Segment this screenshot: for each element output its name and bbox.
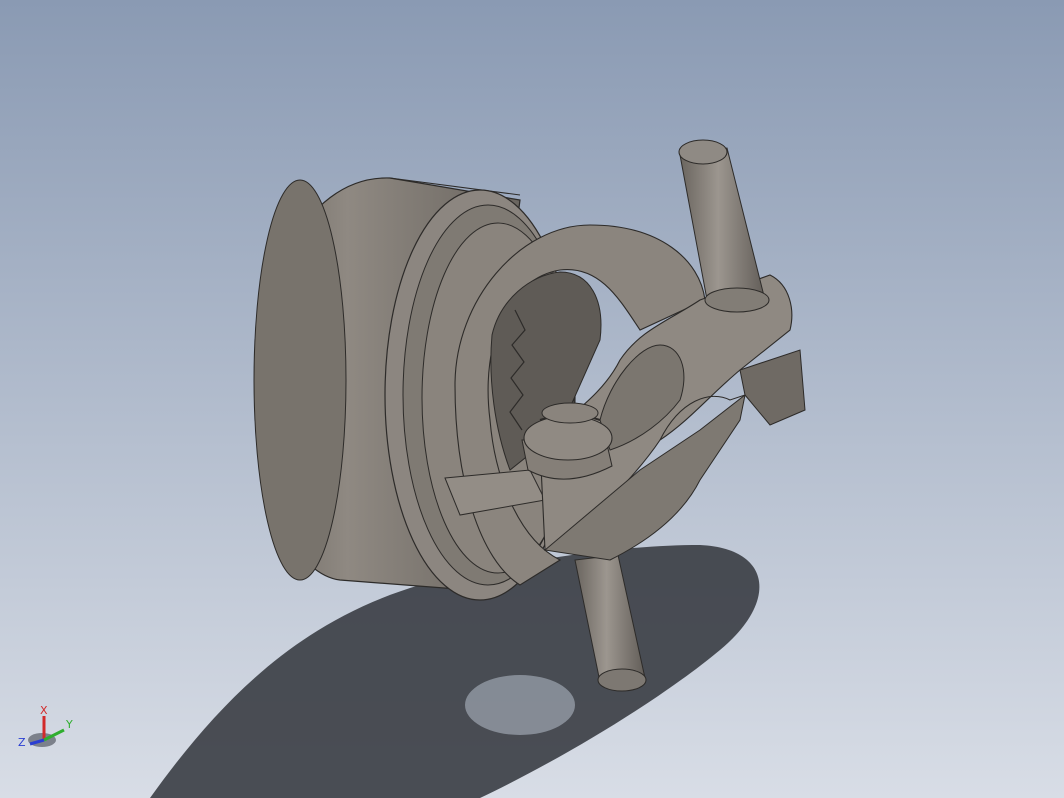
y-axis-label: Y: [65, 718, 73, 731]
model-scene[interactable]: [0, 0, 1064, 798]
z-axis-label: Z: [18, 736, 26, 749]
x-axis-label: X: [40, 704, 48, 717]
orientation-triad[interactable]: X Y Z: [14, 702, 78, 754]
cad-viewport[interactable]: X Y Z: [0, 0, 1064, 798]
